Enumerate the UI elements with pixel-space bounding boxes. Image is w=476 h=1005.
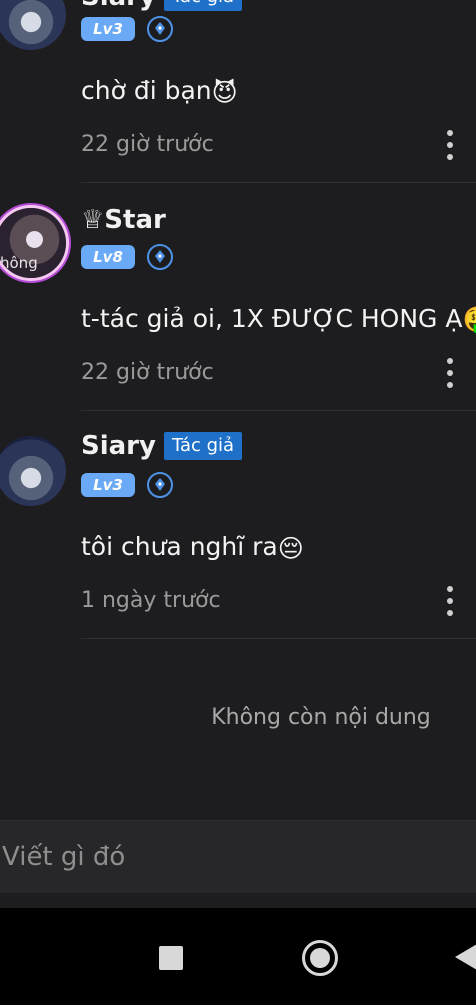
pen-icon <box>147 16 173 42</box>
level-row: Lv8 <box>81 244 173 270</box>
avatar[interactable] <box>0 436 66 506</box>
author-name[interactable]: ♕Star <box>81 205 166 235</box>
comment-header: Siary Tác giả <box>81 0 243 12</box>
nav-back-icon[interactable] <box>455 944 476 970</box>
comment-body: t-tác giả oi, 1X ĐƯỢC HONG Ạ <box>81 304 463 333</box>
level-badge: Lv3 <box>81 17 135 41</box>
pen-icon <box>147 244 173 270</box>
comment-time: 1 ngày trước <box>81 588 221 613</box>
comment-text: chờ đi bạn😈 <box>81 76 238 107</box>
level-badge: Lv8 <box>81 245 135 269</box>
avatar[interactable]: hông <box>0 208 66 278</box>
level-badge: Lv3 <box>81 473 135 497</box>
avatar[interactable] <box>0 0 66 50</box>
comment-text: tôi chưa nghĩ ra😔 <box>81 532 304 563</box>
author-name[interactable]: Siary <box>81 431 156 461</box>
comment-input[interactable] <box>0 821 476 893</box>
more-vertical-icon[interactable] <box>445 358 455 388</box>
comment-time: 22 giờ trước <box>81 360 214 385</box>
system-nav-bar <box>0 908 476 1005</box>
divider <box>81 638 476 639</box>
comment-composer <box>0 820 476 893</box>
level-row: Lv3 <box>81 16 173 42</box>
comment-text: t-tác giả oi, 1X ĐƯỢC HONG Ạ🤑 <box>81 304 476 335</box>
money-mouth-emoji-icon: 🤑 <box>462 305 476 335</box>
comment-header: ♕Star <box>81 205 166 235</box>
level-row: Lv3 <box>81 472 173 498</box>
comment-header: Siary Tác giả <box>81 431 243 461</box>
avatar-text: hông <box>0 254 38 272</box>
more-vertical-icon[interactable] <box>445 586 455 616</box>
nav-home-icon[interactable] <box>302 940 338 976</box>
comment-body: chờ đi bạn <box>81 76 212 105</box>
devil-emoji-icon: 😈 <box>211 77 238 107</box>
author-name[interactable]: Siary <box>81 0 156 12</box>
author-badge: Tác giả <box>163 0 243 11</box>
more-vertical-icon[interactable] <box>445 130 455 160</box>
pensive-emoji-icon: 😔 <box>277 533 304 563</box>
divider <box>81 182 476 183</box>
comment-body: tôi chưa nghĩ ra <box>81 532 278 561</box>
divider <box>81 410 476 411</box>
comment-time: 22 giờ trước <box>81 132 214 157</box>
author-badge: Tác giả <box>163 432 243 460</box>
pen-icon <box>147 472 173 498</box>
nav-recent-apps-icon[interactable] <box>159 946 183 970</box>
end-of-list-text: Không còn nội dung <box>211 705 431 730</box>
